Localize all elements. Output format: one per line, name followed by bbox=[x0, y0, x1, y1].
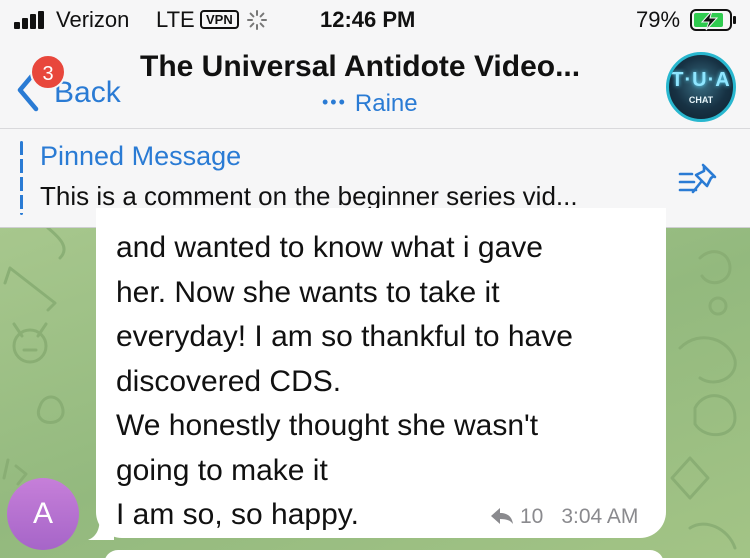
bubble-tail bbox=[88, 508, 114, 540]
chat-title[interactable]: The Universal Antidote Video... bbox=[140, 50, 640, 84]
activity-spinner-icon bbox=[247, 10, 267, 30]
group-avatar-logo-text: T·U·A bbox=[671, 69, 731, 91]
message-line: We honestly thought she wasn't bbox=[116, 409, 539, 442]
pinned-list-icon[interactable] bbox=[676, 160, 722, 200]
group-avatar-logo-subtext: CHAT bbox=[688, 95, 714, 105]
battery-charging-icon bbox=[690, 9, 736, 31]
battery-percentage: 79% bbox=[636, 7, 681, 32]
back-label: Back bbox=[54, 76, 121, 109]
unread-count-badge: 3 bbox=[30, 54, 66, 90]
typing-user: Raine bbox=[354, 90, 418, 117]
message-line: everyday! I am so thankful to have bbox=[116, 320, 573, 353]
carrier-name: Verizon bbox=[56, 7, 130, 32]
message-line: and wanted to know what i gave bbox=[116, 231, 543, 264]
header: Verizon LTE VPN 12:46 PM 79% Back 3 The … bbox=[0, 0, 750, 128]
typing-indicator-icon: ••• bbox=[322, 92, 347, 112]
signal-strength-icon bbox=[14, 11, 46, 29]
status-bar: Verizon LTE VPN 12:46 PM 79% bbox=[0, 0, 750, 40]
back-button[interactable]: Back 3 bbox=[12, 50, 132, 120]
message-meta: 10 3:04 AM bbox=[490, 505, 638, 529]
group-avatar[interactable]: T·U·A CHAT bbox=[666, 52, 736, 122]
message-time: 3:04 AM bbox=[561, 505, 639, 528]
message-line: going to make it bbox=[116, 453, 328, 487]
vpn-badge: VPN bbox=[200, 10, 239, 29]
network-type: LTE bbox=[156, 7, 195, 32]
sender-avatar[interactable]: A bbox=[7, 478, 79, 550]
pinned-indicator bbox=[20, 141, 23, 215]
status-time: 12:46 PM bbox=[320, 7, 416, 32]
pinned-message-title: Pinned Message bbox=[40, 141, 242, 171]
message-line: her. Now she wants to take it bbox=[116, 275, 500, 309]
chat-subtitle: ••• Raine bbox=[322, 90, 418, 118]
message-text: and wanted to know what i gave her. Now … bbox=[116, 226, 656, 538]
chat-navigation-bar: Back 3 The Universal Antidote Video... •… bbox=[0, 40, 750, 128]
reply-icon[interactable] bbox=[490, 507, 514, 525]
reply-count[interactable]: 10 bbox=[520, 505, 543, 528]
message-line: discovered CDS. bbox=[116, 364, 342, 398]
next-message-bubble bbox=[104, 550, 664, 558]
